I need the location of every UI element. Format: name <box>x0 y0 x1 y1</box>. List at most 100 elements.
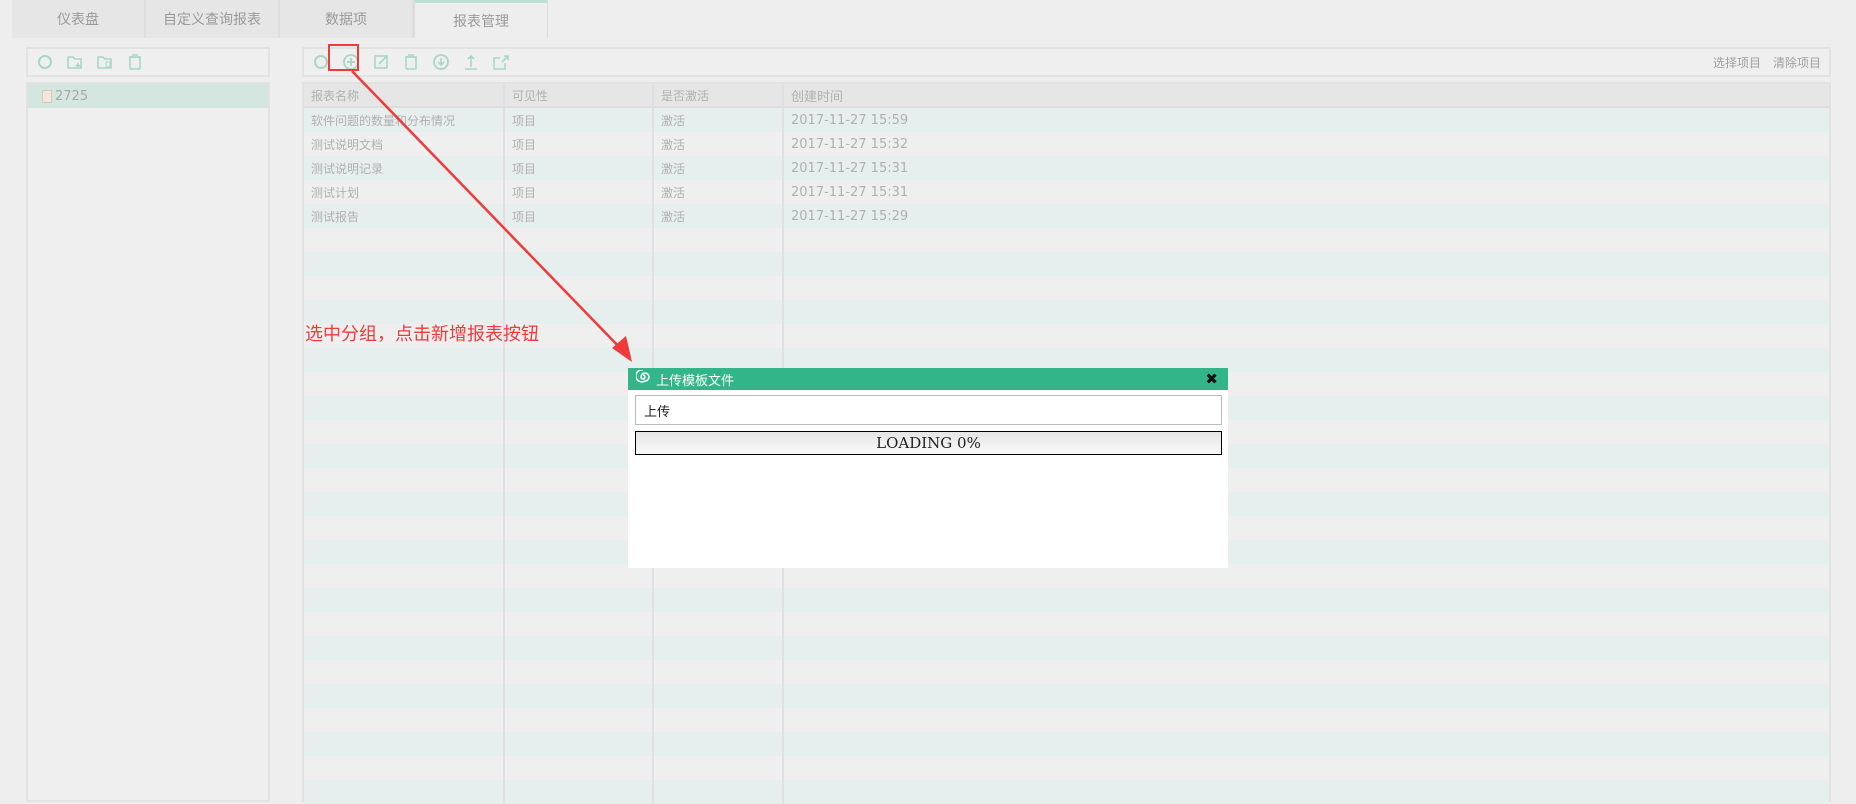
empty-cell <box>784 660 1829 684</box>
tab-dashboard[interactable]: 仪表盘 <box>12 0 146 38</box>
empty-cell <box>304 780 505 804</box>
tab-report-management[interactable]: 报表管理 <box>414 0 548 38</box>
tab-data-items[interactable]: 数据项 <box>280 0 414 38</box>
empty-cell <box>654 636 784 660</box>
table-row[interactable]: 软件问题的数量和分布情况 项目 激活 2017-11-27 15:59 <box>304 108 1829 132</box>
empty-row <box>304 684 1829 708</box>
project-links: 选择项目 清除项目 <box>1713 54 1821 71</box>
empty-cell <box>654 732 784 756</box>
table-row[interactable]: 测试说明文档 项目 激活 2017-11-27 15:32 <box>304 132 1829 156</box>
refresh-icon[interactable] <box>34 51 56 73</box>
cell-visibility: 项目 <box>505 132 654 156</box>
column-header-report-name[interactable]: 报表名称 <box>304 84 505 106</box>
cell-active: 激活 <box>654 180 784 204</box>
table-row[interactable]: 测试计划 项目 激活 2017-11-27 15:31 <box>304 180 1829 204</box>
empty-cell <box>304 492 505 516</box>
empty-cell <box>505 612 654 636</box>
tab-custom-query-report[interactable]: 自定义查询报表 <box>146 0 280 38</box>
close-icon[interactable]: ✖ <box>1205 370 1218 388</box>
upload-icon[interactable] <box>460 51 482 73</box>
column-header-created-time[interactable]: 创建时间 <box>784 84 1829 106</box>
empty-cell <box>784 708 1829 732</box>
loading-progress-bar: LOADING 0% <box>635 431 1222 455</box>
dialog-header: 上传模板文件 ✖ <box>628 368 1228 390</box>
empty-cell <box>304 540 505 564</box>
empty-cell <box>505 732 654 756</box>
cell-report-name: 测试说明记录 <box>304 156 505 180</box>
cell-visibility: 项目 <box>505 156 654 180</box>
table-row[interactable]: 测试报告 项目 激活 2017-11-27 15:29 <box>304 204 1829 228</box>
empty-cell <box>784 276 1829 300</box>
empty-cell <box>505 660 654 684</box>
empty-cell <box>784 300 1829 324</box>
empty-cell <box>505 252 654 276</box>
empty-cell <box>654 756 784 780</box>
cell-active: 激活 <box>654 108 784 132</box>
empty-cell <box>784 636 1829 660</box>
empty-cell <box>784 588 1829 612</box>
clear-project-link[interactable]: 清除项目 <box>1773 54 1821 71</box>
empty-cell <box>304 732 505 756</box>
empty-cell <box>304 708 505 732</box>
column-header-visibility[interactable]: 可见性 <box>505 84 654 106</box>
tree-node-2725[interactable]: 2725 <box>28 84 268 108</box>
empty-cell <box>654 612 784 636</box>
empty-cell <box>304 348 505 372</box>
empty-cell <box>654 780 784 804</box>
empty-cell <box>784 684 1829 708</box>
empty-cell <box>304 252 505 276</box>
empty-cell <box>304 612 505 636</box>
empty-cell <box>304 372 505 396</box>
empty-cell <box>304 660 505 684</box>
upload-button[interactable]: 上传 <box>635 395 1222 425</box>
edit-icon[interactable] <box>370 51 392 73</box>
cell-active: 激活 <box>654 204 784 228</box>
dialog-title: 上传模板文件 <box>656 373 735 389</box>
empty-cell <box>304 756 505 780</box>
table-header: 报表名称 可见性 是否激活 创建时间 <box>304 84 1829 108</box>
empty-row <box>304 636 1829 660</box>
empty-row <box>304 732 1829 756</box>
cell-created-time: 2017-11-27 15:32 <box>791 136 909 152</box>
download-icon[interactable] <box>430 51 452 73</box>
file-icon <box>42 89 52 103</box>
empty-cell <box>505 588 654 612</box>
cell-visibility: 项目 <box>505 180 654 204</box>
upload-label: 上传 <box>644 404 671 420</box>
empty-cell <box>304 636 505 660</box>
add-folder-icon[interactable] <box>64 51 86 73</box>
empty-cell <box>784 732 1829 756</box>
empty-cell <box>304 420 505 444</box>
cell-report-name: 测试报告 <box>304 204 505 228</box>
empty-row <box>304 588 1829 612</box>
cell-created-time: 2017-11-27 15:31 <box>791 160 909 176</box>
export-icon[interactable] <box>490 51 512 73</box>
cell-created-time: 2017-11-27 15:29 <box>791 208 909 224</box>
empty-cell <box>505 636 654 660</box>
annotation-text: 选中分组，点击新增报表按钮 <box>305 324 539 345</box>
cell-active: 激活 <box>654 156 784 180</box>
delete-icon[interactable] <box>124 51 146 73</box>
empty-cell <box>654 684 784 708</box>
empty-row <box>304 660 1829 684</box>
cell-visibility: 项目 <box>505 108 654 132</box>
empty-cell <box>505 228 654 252</box>
table-row[interactable]: 测试说明记录 项目 激活 2017-11-27 15:31 <box>304 156 1829 180</box>
select-project-link[interactable]: 选择项目 <box>1713 54 1761 71</box>
column-header-active[interactable]: 是否激活 <box>654 84 784 106</box>
cell-report-name: 软件问题的数量和分布情况 <box>304 108 505 132</box>
empty-cell <box>654 276 784 300</box>
empty-cell <box>505 276 654 300</box>
empty-cell <box>505 708 654 732</box>
empty-row <box>304 756 1829 780</box>
delete-icon[interactable] <box>400 51 422 73</box>
group-tree: 2725 <box>26 82 270 802</box>
empty-row <box>304 612 1829 636</box>
edit-folder-icon[interactable] <box>94 51 116 73</box>
annotation-highlight-box <box>328 44 359 71</box>
empty-row <box>304 252 1829 276</box>
swirl-logo-icon <box>635 369 650 388</box>
empty-cell <box>784 612 1829 636</box>
empty-cell <box>784 252 1829 276</box>
report-toolbar: 选择项目 清除项目 <box>302 47 1831 77</box>
